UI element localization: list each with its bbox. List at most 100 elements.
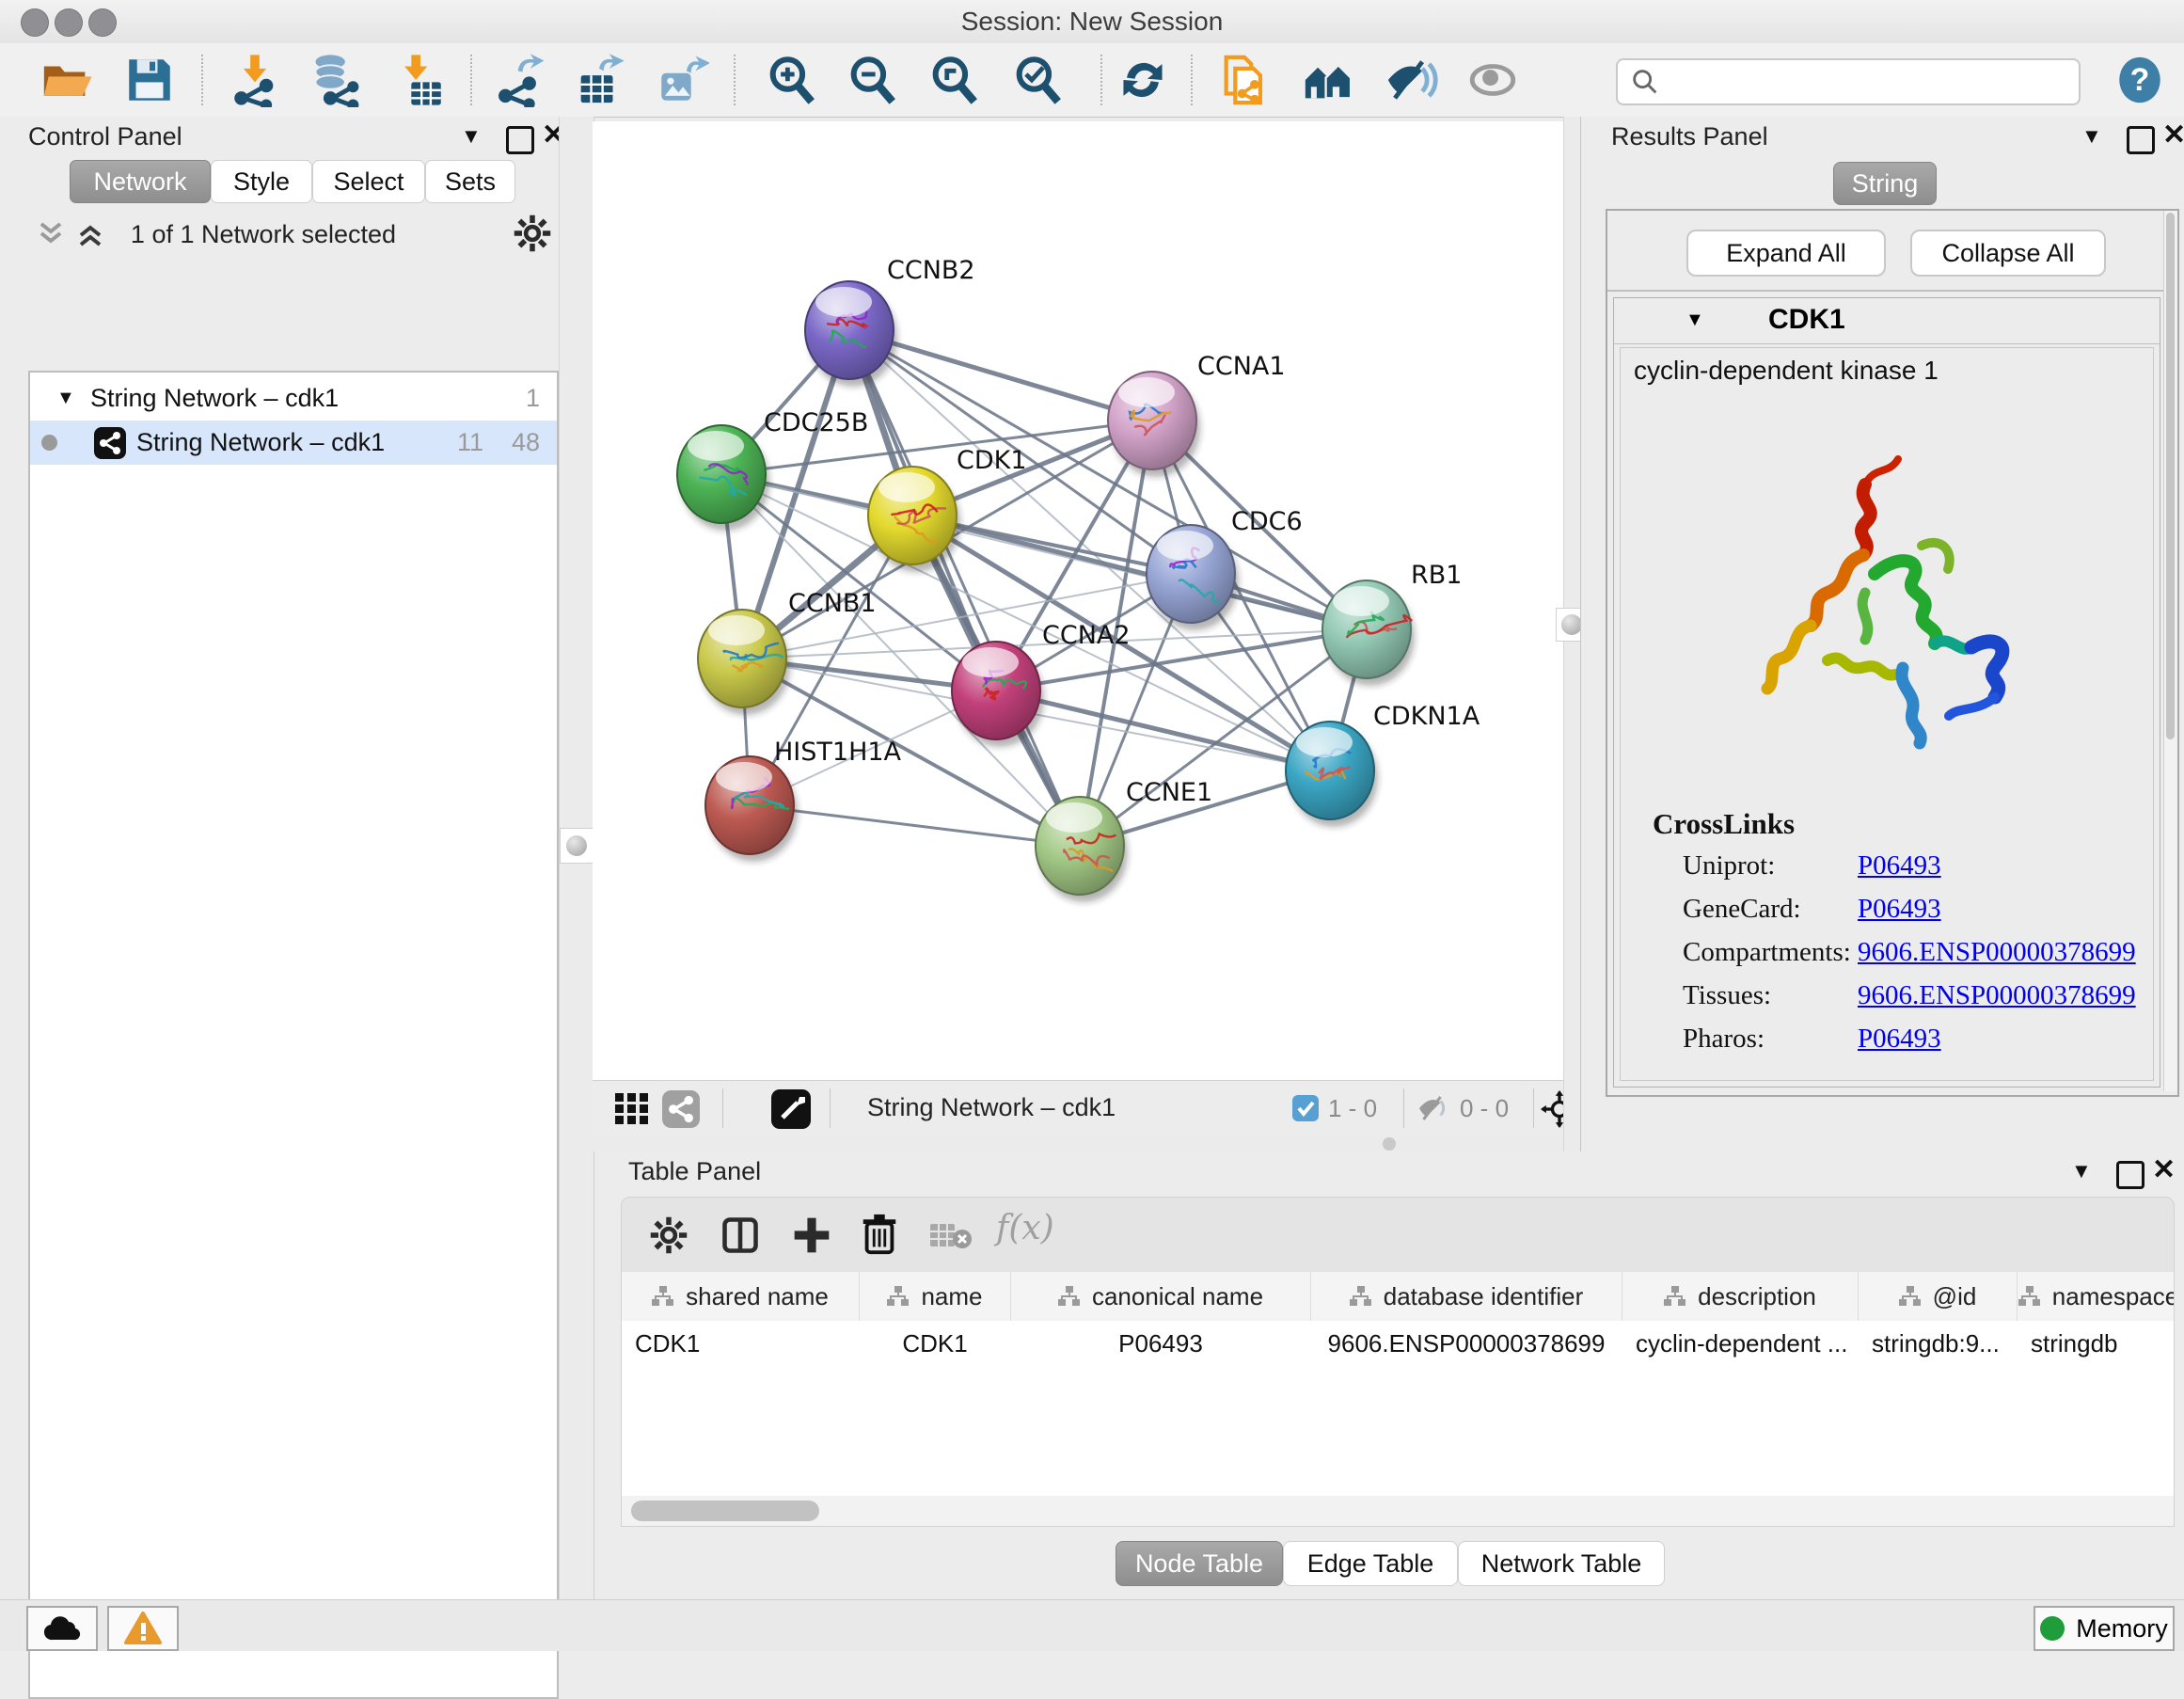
eye-button[interactable] [1464,51,1522,109]
column-header-namespace[interactable]: namespace [2018,1272,2175,1321]
tab-edge-table[interactable]: Edge Table [1283,1541,1458,1586]
network-edge[interactable] [996,691,1330,770]
selected-checkbox-icon[interactable] [1292,1095,1319,1121]
clone-network-button[interactable] [1215,51,1274,109]
tab-string[interactable]: String [1833,162,1937,205]
crosslink-link[interactable]: P06493 [1858,1024,1941,1055]
network-share-view-icon[interactable] [662,1090,700,1128]
network-edge[interactable] [849,330,1080,846]
tab-network-table[interactable]: Network Table [1458,1541,1665,1586]
save-session-button[interactable] [120,51,179,109]
open-session-button[interactable] [38,51,96,109]
horizontal-splitter-handle[interactable] [1383,1137,1396,1151]
network-edge[interactable] [750,805,1080,846]
gene-header[interactable]: ▼ CDK1 [1614,298,2160,344]
network-node-ccnb1[interactable]: CCNB1 [698,589,877,715]
cloud-status-button[interactable] [26,1606,98,1651]
memory-button[interactable]: Memory [2034,1606,2175,1651]
network-options-gear-icon[interactable] [512,213,553,254]
left-splitter-handle[interactable] [560,828,593,864]
table-cell[interactable]: cyclin-dependent ... [1622,1322,1858,1365]
network-node-cdc25b[interactable]: CDC25B [677,408,868,531]
table-cell[interactable]: stringdb [2018,1322,2175,1365]
tab-node-table[interactable]: Node Table [1116,1541,1283,1586]
delete-column-trash-icon[interactable] [859,1213,900,1256]
crosslink-link[interactable]: P06493 [1858,894,1941,925]
column-header-database-identifier[interactable]: database identifier [1311,1272,1622,1321]
crosslink-link[interactable]: 9606.ENSP00000378699 [1858,980,2136,1011]
table-panel-close-button[interactable]: ✕ [2152,1153,2176,1186]
results-panel-close-button[interactable]: ✕ [2162,119,2184,151]
search-input[interactable] [1669,67,2079,98]
column-header-canonical-name[interactable]: canonical name [1011,1272,1311,1321]
birdseye-view-icon[interactable] [771,1089,811,1129]
network-collection-row[interactable]: ▼ String Network – cdk1 1 [30,376,557,421]
column-header-description[interactable]: description [1622,1272,1859,1321]
table-cell[interactable]: P06493 [1011,1322,1310,1365]
network-node-cdkn1a[interactable]: CDKN1A [1286,702,1480,827]
help-button[interactable]: ? [2111,51,2169,109]
delete-table-icon[interactable] [930,1220,973,1252]
add-column-icon[interactable] [791,1215,832,1256]
show-columns-icon[interactable] [720,1215,761,1256]
zoom-in-button[interactable] [762,51,820,109]
tab-select[interactable]: Select [312,160,425,203]
table-cell[interactable]: CDK1 [860,1322,1010,1365]
hidden-eye-icon[interactable] [1416,1094,1450,1122]
crosslink-link[interactable]: P06493 [1858,850,1941,881]
results-panel-float-button[interactable] [2127,126,2155,159]
network-node-ccna1[interactable]: CCNA1 [1108,352,1286,477]
table-scrollbar-thumb[interactable] [631,1501,819,1521]
string-home-button[interactable] [1299,51,1357,109]
export-image-button[interactable] [653,51,711,109]
import-network-button[interactable] [226,51,284,109]
table-cell[interactable]: CDK1 [622,1322,859,1365]
zoom-out-button[interactable] [843,51,901,109]
column-header--id[interactable]: @id [1859,1272,2018,1321]
crosslink-link[interactable]: 9606.ENSP00000378699 [1858,937,2136,968]
control-panel-collapse-button[interactable]: ▼ [461,124,482,149]
control-panel-float-button[interactable] [506,126,534,159]
table-cell[interactable]: 9606.ENSP00000378699 [1311,1322,1622,1365]
node-table[interactable]: shared namenamecanonical namedatabase id… [621,1272,2175,1526]
network-canvas[interactable]: CCNB2CCNA1CDC25BCDK1CDC6RB1CCNB1CCNA2CDK… [593,121,1563,1080]
show-hide-button[interactable] [1382,51,1440,109]
left-splitter[interactable] [559,117,594,1599]
results-scrollbar-thumb[interactable] [2166,213,2175,739]
network-row-selected[interactable]: String Network – cdk1 11 48 [30,421,557,465]
tab-network[interactable]: Network [70,160,211,203]
table-cell[interactable]: stringdb:9... [1859,1322,2017,1365]
gene-collapse-triangle-icon[interactable]: ▼ [1685,310,1704,331]
results-panel-collapse-button[interactable]: ▼ [2081,124,2102,149]
warnings-button[interactable] [107,1606,179,1651]
import-table-button[interactable] [391,51,450,109]
table-panel-float-button[interactable] [2116,1161,2144,1194]
network-node-cdc6[interactable]: CDC6 [1147,507,1303,630]
string-network-graph[interactable]: CCNB2CCNA1CDC25BCDK1CDC6RB1CCNB1CCNA2CDK… [593,121,1563,1080]
table-horizontal-scrollbar[interactable] [621,1496,2175,1527]
table-gear-icon[interactable] [648,1215,689,1256]
network-node-rb1[interactable]: RB1 [1322,561,1462,686]
export-network-button[interactable] [491,51,549,109]
column-header-name[interactable]: name [860,1272,1011,1321]
table-panel-collapse-button[interactable]: ▼ [2071,1159,2092,1183]
string-results-container: Expand All Collapse All ▼ CDK1 cyclin-de… [1606,209,2179,1097]
horizontal-splitter[interactable] [593,1135,1563,1151]
expand-all-button[interactable]: Expand All [1686,230,1886,277]
zoom-selected-button[interactable] [1008,51,1067,109]
refresh-button[interactable] [1114,51,1172,109]
export-table-button[interactable] [570,51,628,109]
zoom-fit-button[interactable] [925,51,983,109]
clone-network-icon [1217,53,1272,107]
import-network-from-database-button[interactable] [306,51,364,109]
collapse-all-button[interactable]: Collapse All [1910,230,2106,277]
network-node-ccne1[interactable]: CCNE1 [1036,778,1212,902]
export-network-icon [493,53,547,107]
grid-view-icon[interactable] [615,1093,649,1125]
network-node-hist1h1a[interactable]: HIST1H1A [705,738,902,862]
column-header-shared-name[interactable]: shared name [622,1272,860,1321]
search-box[interactable] [1616,58,2081,105]
results-scrollbar[interactable] [2163,211,2177,1091]
tab-style[interactable]: Style [211,160,312,203]
tab-sets[interactable]: Sets [425,160,515,203]
